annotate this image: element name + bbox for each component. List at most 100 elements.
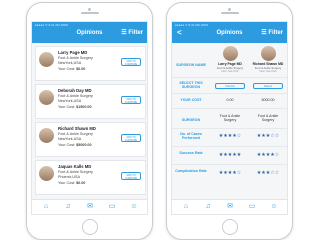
divider <box>172 128 287 129</box>
select-button[interactable]: Select <box>253 83 283 89</box>
row-label-complication: Complication Rate <box>175 169 207 173</box>
avatar <box>39 90 54 105</box>
status-bar: ●●●●● ᯤ 9:41 AM 100% <box>35 23 69 27</box>
list-item[interactable]: Jaquas Kalls MD Foot & Ankle Surgery Pho… <box>35 160 146 195</box>
home-icon[interactable]: ⌂ <box>42 203 50 211</box>
cost-value: 5000.00 <box>261 98 275 102</box>
surgeon-specialty-value: Foot & Ankle Surgery <box>219 114 241 122</box>
complication-rating: ★★★☆☆ <box>256 170 280 176</box>
add-to-compare-button[interactable]: ADD TO COMPARE <box>121 96 141 104</box>
card-icon[interactable]: ▭ <box>108 203 116 211</box>
add-to-compare-button[interactable]: ADD TO COMPARE <box>121 172 141 180</box>
avatar <box>39 128 54 143</box>
front-camera <box>88 8 91 11</box>
doctor-specialty: Foot & Ankle Surgery <box>58 132 93 136</box>
status-bar: ●●●●● ᯤ 9:41 AM 100% <box>175 23 209 27</box>
front-camera <box>228 8 231 11</box>
doctor-list: Larry Page MD Foot & Ankle Surgery NewYo… <box>35 46 146 198</box>
phone-right: ●●●●● ᯤ 9:41 AM 100% < Opinions ☰ Filter… <box>166 2 293 240</box>
tab-bar: ⌂ ♫ ✉ ▭ ☺ <box>172 199 287 214</box>
cases-rating: ★★★★☆ <box>218 133 242 139</box>
speaker-grille <box>80 12 99 14</box>
row-label-cases: No. of Cases Performed <box>180 132 202 140</box>
list-item[interactable]: Deborah Day MD Foot & Ankle Surgery NewY… <box>35 84 146 119</box>
cost-label: Your Cost: <box>58 67 76 71</box>
divider <box>172 164 287 165</box>
row-label-surgeon-name: SURGEON NAME <box>176 63 206 67</box>
doctor-name: Richard Shawn MD <box>58 126 96 131</box>
row-label-success: Success Rate <box>179 151 203 155</box>
doctor-location: NewYork,USA <box>58 137 82 141</box>
tab-bar: ⌂ ♫ ✉ ▭ ☺ <box>32 199 147 214</box>
cost-label: Your Cost: <box>58 143 76 147</box>
success-rating: ★★★★☆ <box>256 152 280 158</box>
surgeon-location: New York,USA <box>221 70 239 73</box>
nav-header: ●●●●● ᯤ 9:41 AM 100% Opinions ☰ Filter <box>32 22 147 43</box>
filter-label: Filter <box>268 30 283 36</box>
doctor-name: Jaquas Kalls MD <box>58 164 92 169</box>
card-icon[interactable]: ▭ <box>248 203 256 211</box>
surgeon-column-2: Richard Shawn MD Foot & Ankle Surgery Ne… <box>250 46 286 73</box>
speaker-grille <box>220 12 239 14</box>
row-label-surgeon: SURGEON <box>181 118 201 122</box>
select-cell-1: Cancel <box>212 83 248 89</box>
doctor-cost: Your Cost: $5000.00 <box>58 143 92 147</box>
row-label-select: SELECT THIS SURGEON <box>179 81 203 89</box>
cost-label: Your Cost: <box>58 181 76 185</box>
home-icon[interactable]: ⌂ <box>182 203 190 211</box>
filter-button[interactable]: ☰ Filter <box>261 29 283 36</box>
complication-rating: ★★★★☆ <box>218 170 242 176</box>
doctor-name: Deborah Day MD <box>58 88 92 93</box>
doctor-specialty: Foot & Ankle Surgery <box>58 170 93 174</box>
bell-icon[interactable]: ♫ <box>64 203 72 211</box>
doctor-specialty: Foot & Ankle Surgery <box>58 94 93 98</box>
surgeon-location: New York,USA <box>259 70 277 73</box>
cost-value: $5000.00 <box>76 143 92 147</box>
avatar <box>39 52 54 67</box>
avatar <box>260 46 276 61</box>
phone-left: ●●●●● ᯤ 9:41 AM 100% Opinions ☰ Filter L… <box>26 2 153 240</box>
row-label-cost: YOUR COST <box>180 98 202 102</box>
bell-icon[interactable]: ♫ <box>204 203 212 211</box>
home-button[interactable] <box>81 219 98 235</box>
divider <box>172 93 287 94</box>
cost-value: $1500.00 <box>76 105 92 109</box>
filter-label: Filter <box>128 30 143 36</box>
add-to-compare-button[interactable]: ADD TO COMPARE <box>121 58 141 66</box>
cost-value: $0.00 <box>76 67 86 71</box>
doctor-location: NewYork,USA <box>58 99 82 103</box>
compare-screen: ●●●●● ᯤ 9:41 AM 100% < Opinions ☰ Filter… <box>171 21 288 215</box>
profile-icon[interactable]: ☺ <box>270 203 278 211</box>
chat-icon[interactable]: ✉ <box>86 203 94 211</box>
nav-header: ●●●●● ᯤ 9:41 AM 100% < Opinions ☰ Filter <box>172 22 287 43</box>
divider <box>172 77 287 78</box>
home-button[interactable] <box>221 219 238 235</box>
filter-button[interactable]: ☰ Filter <box>121 29 143 36</box>
doctor-location: Phoenix,USA <box>58 175 80 179</box>
doctor-specialty: Foot & Ankle Surgery <box>58 56 93 60</box>
divider <box>172 146 287 147</box>
list-item[interactable]: Larry Page MD Foot & Ankle Surgery NewYo… <box>35 46 146 81</box>
cost-value: $0.00 <box>76 181 86 185</box>
surgeon-specialty-value: Foot & Ankle Surgery <box>257 114 279 122</box>
list-item[interactable]: Richard Shawn MD Foot & Ankle Surgery Ne… <box>35 122 146 157</box>
avatar <box>222 46 238 61</box>
cases-rating: ★★★☆☆ <box>256 133 280 139</box>
select-cell-2: Select <box>250 83 286 89</box>
add-to-compare-button[interactable]: ADD TO COMPARE <box>121 134 141 142</box>
surgeon-column-1: Larry Page MD Foot & Ankle Surgery New Y… <box>212 46 248 73</box>
opinions-list-screen: ●●●●● ᯤ 9:41 AM 100% Opinions ☰ Filter L… <box>31 21 148 215</box>
doctor-cost: Your Cost: $1500.00 <box>58 105 92 109</box>
cost-value: 0.00 <box>226 98 234 102</box>
divider <box>172 108 287 109</box>
doctor-location: NewYork,USA <box>58 61 82 65</box>
cancel-button[interactable]: Cancel <box>215 83 245 89</box>
success-rating: ★★★★★ <box>218 152 242 158</box>
chat-icon[interactable]: ✉ <box>226 203 234 211</box>
profile-icon[interactable]: ☺ <box>130 203 138 211</box>
doctor-name: Larry Page MD <box>58 50 88 55</box>
avatar <box>39 166 54 181</box>
cost-label: Your Cost: <box>58 105 76 109</box>
doctor-cost: Your Cost: $0.00 <box>58 67 85 71</box>
doctor-cost: Your Cost: $0.00 <box>58 181 85 185</box>
